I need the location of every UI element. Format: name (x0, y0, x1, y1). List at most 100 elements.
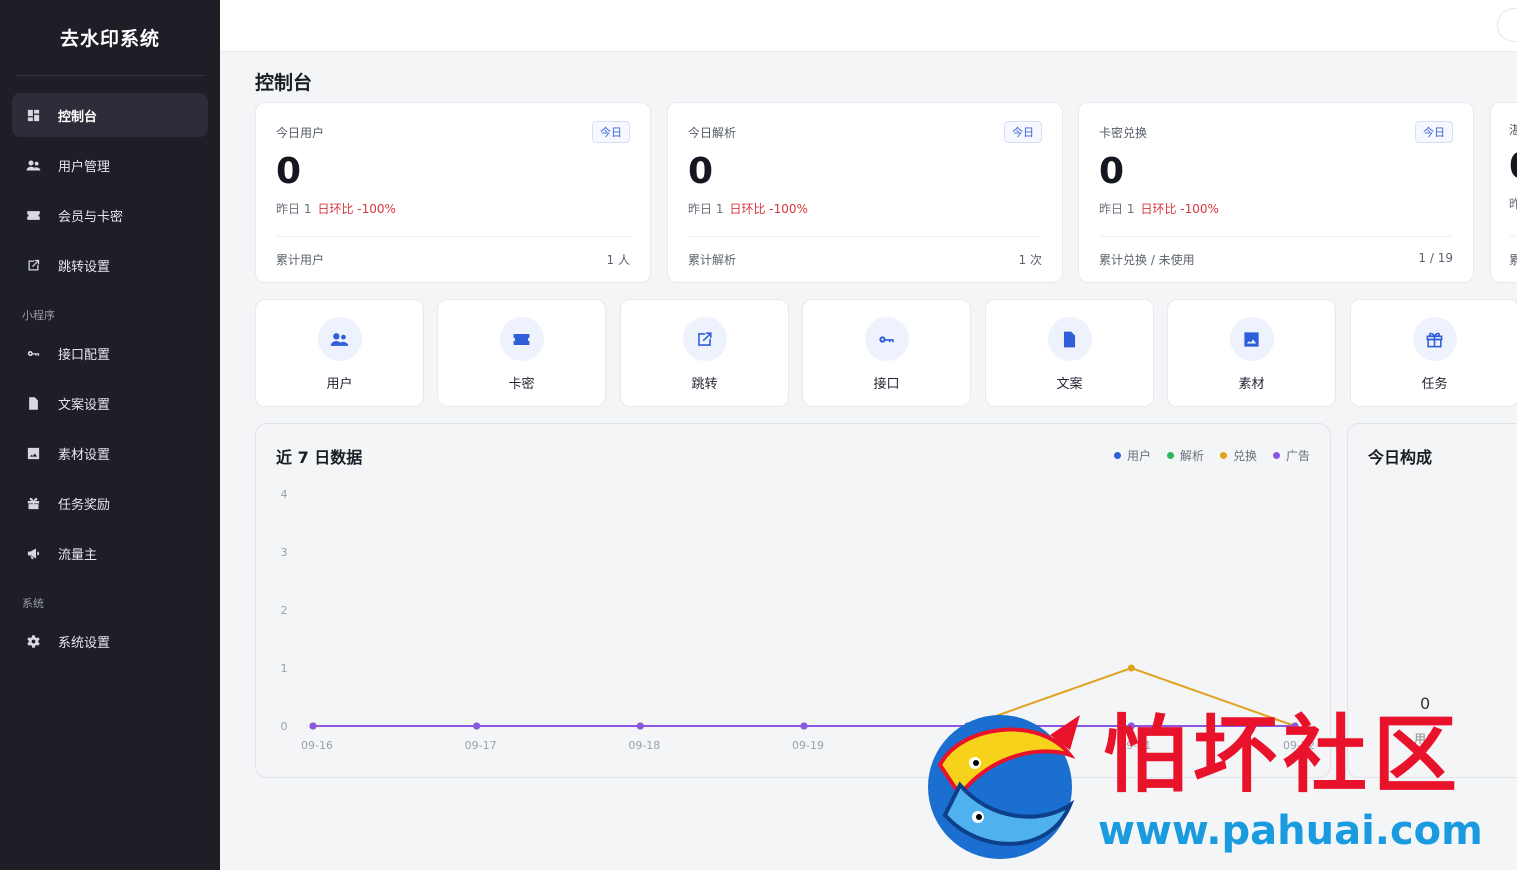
gift-icon (25, 495, 41, 511)
sidebar-item-label: 任务奖励 (58, 497, 111, 513)
tile-label: 任务 (1421, 377, 1448, 392)
tile-label: 接口 (873, 377, 900, 392)
stat-yesterday: 昨日 1 (688, 202, 724, 216)
legend-label: 解析 (1179, 449, 1204, 463)
x-tick-label: 09-20 (956, 739, 988, 752)
users-icon (317, 317, 362, 361)
megaphone-icon (25, 545, 41, 561)
sidebar-item-membership[interactable]: 会员与卡密 (12, 193, 208, 237)
tile-label: 文案 (1056, 377, 1083, 392)
stat-value: 0 (276, 151, 302, 192)
data-point (964, 722, 972, 730)
data-point (309, 722, 317, 730)
sidebar-item-label: 流量主 (58, 547, 98, 563)
seven-day-chart-panel: 0 1 2 3 4 09-16 09-17 09-18 09-19 09-20 09-21 09-22… (255, 423, 1331, 778)
quick-tile-cards[interactable]: 卡密 (437, 299, 606, 407)
sidebar-item-dashboard[interactable]: 控制台 (12, 93, 208, 137)
today-badge: 今日 (1415, 121, 1453, 143)
sidebar-item-label: 素材设置 (58, 447, 111, 463)
stat-yesterday: 昨 (1509, 197, 1517, 211)
key-icon (864, 317, 909, 361)
watermark-url: www.pahuai.com (1098, 808, 1483, 854)
sidebar-nav: 控制台 用户管理 会员与卡密 跳转设置 小程序 接口配置 文案设置 素材设置 任… (0, 76, 220, 663)
sidebar-item-users[interactable]: 用户管理 (12, 143, 208, 187)
sidebar-item-traffic-master[interactable]: 流量主 (12, 531, 208, 575)
quick-tile-users[interactable]: 用户 (255, 299, 424, 407)
legend-item[interactable]: 用户 (1113, 447, 1151, 464)
sidebar-item-api-config[interactable]: 接口配置 (12, 331, 208, 375)
quick-tile-api[interactable]: 接口 (802, 299, 971, 407)
stat-value: 0 (1099, 151, 1125, 192)
x-tick-label: 09-16 (301, 739, 333, 752)
data-point (800, 722, 808, 730)
key-icon (25, 345, 41, 361)
sidebar: 去水印系统 控制台 用户管理 会员与卡密 跳转设置 小程序 接口配置 文案设置 (0, 0, 220, 870)
tile-label: 跳转 (691, 377, 718, 392)
legend-label: 用户 (1126, 449, 1151, 463)
sidebar-item-redirect[interactable]: 跳转设置 (12, 243, 208, 287)
legend-label: 兑换 (1232, 449, 1257, 463)
image-icon (1229, 317, 1274, 361)
legend-item[interactable]: 兑换 (1219, 447, 1257, 464)
stat-foot-label: 累 (1509, 253, 1517, 267)
stat-foot-value: 1 / 19 (1418, 251, 1453, 265)
gear-icon (25, 633, 41, 649)
dashboard-icon (25, 107, 41, 123)
page-title: 控制台 (255, 72, 313, 94)
legend-item[interactable]: 解析 (1166, 447, 1204, 464)
sidebar-item-label: 会员与卡密 (58, 209, 124, 225)
stat-card-partial: 湛 0 昨 累 (1490, 102, 1517, 283)
stat-ratio: 日环比 -100% (1140, 202, 1219, 216)
composition-value: 0 (1420, 694, 1431, 713)
quick-tile-redirect[interactable]: 跳转 (620, 299, 789, 407)
y-tick-label: 0 (281, 720, 288, 733)
stat-title: 今日用户 (276, 125, 325, 140)
stat-yesterday: 昨日 1 (276, 202, 312, 216)
stat-title: 今日解析 (688, 125, 737, 140)
tile-label: 卡密 (508, 377, 535, 392)
sidebar-item-material-settings[interactable]: 素材设置 (12, 431, 208, 475)
stat-value: 0 (1509, 146, 1517, 188)
legend-item[interactable]: 广告 (1272, 447, 1310, 464)
data-point (1291, 722, 1299, 730)
data-point (473, 722, 481, 730)
sidebar-section-miniapp: 小程序 (22, 309, 55, 322)
composition-title: 今日构成 (1368, 448, 1433, 467)
series-line-2 (313, 666, 1296, 727)
legend-label: 广告 (1285, 449, 1310, 463)
line-chart: 0 1 2 3 4 09-16 09-17 09-18 09-19 09-20 09-21 09-22 (281, 488, 1315, 752)
tile-label: 用户 (326, 377, 353, 392)
stat-foot-label: 累计解析 (688, 253, 737, 267)
quick-tile-material[interactable]: 素材 (1167, 299, 1336, 407)
sidebar-item-copy-settings[interactable]: 文案设置 (12, 381, 208, 425)
ticket-icon (499, 317, 544, 361)
x-tick-label: 09-21 (1119, 739, 1151, 752)
stat-ratio: 日环比 -100% (729, 202, 808, 216)
quick-tile-task[interactable]: 任务 (1350, 299, 1517, 407)
stat-yesterday: 昨日 1 (1099, 202, 1135, 216)
stat-card-today-parses: 今日解析 今日 0 昨日 1 日环比 -100% 累计解析 1 次 (667, 102, 1063, 283)
sidebar-item-label: 文案设置 (58, 397, 111, 413)
sidebar-item-system-settings[interactable]: 系统设置 (12, 619, 208, 663)
chart-legend: 用户 解析 兑换 广告 (1113, 447, 1310, 464)
ticket-icon (25, 207, 41, 223)
today-badge: 今日 (1004, 121, 1042, 143)
stat-card-card-redeem: 卡密兑换 今日 0 昨日 1 日环比 -100% 累计兑换 / 未使用 1 / 19 (1078, 102, 1474, 283)
stat-title: 卡密兑换 (1099, 125, 1148, 140)
sidebar-item-label: 接口配置 (58, 347, 111, 363)
y-tick-label: 3 (281, 546, 288, 559)
avatar[interactable] (1497, 8, 1517, 42)
external-link-icon (682, 317, 727, 361)
y-tick-label: 1 (281, 662, 288, 675)
sidebar-item-task-rewards[interactable]: 任务奖励 (12, 481, 208, 525)
composition-label: 用户 (1414, 732, 1439, 746)
y-tick-label: 4 (281, 488, 288, 501)
quick-tile-copy[interactable]: 文案 (985, 299, 1154, 407)
document-icon (25, 395, 41, 411)
app-title: 去水印系统 (16, 0, 204, 76)
today-badge: 今日 (592, 121, 630, 143)
x-tick-label: 09-18 (628, 739, 660, 752)
sidebar-item-label: 系统设置 (58, 635, 111, 651)
data-point (1127, 664, 1135, 672)
gift-icon (1412, 317, 1457, 361)
